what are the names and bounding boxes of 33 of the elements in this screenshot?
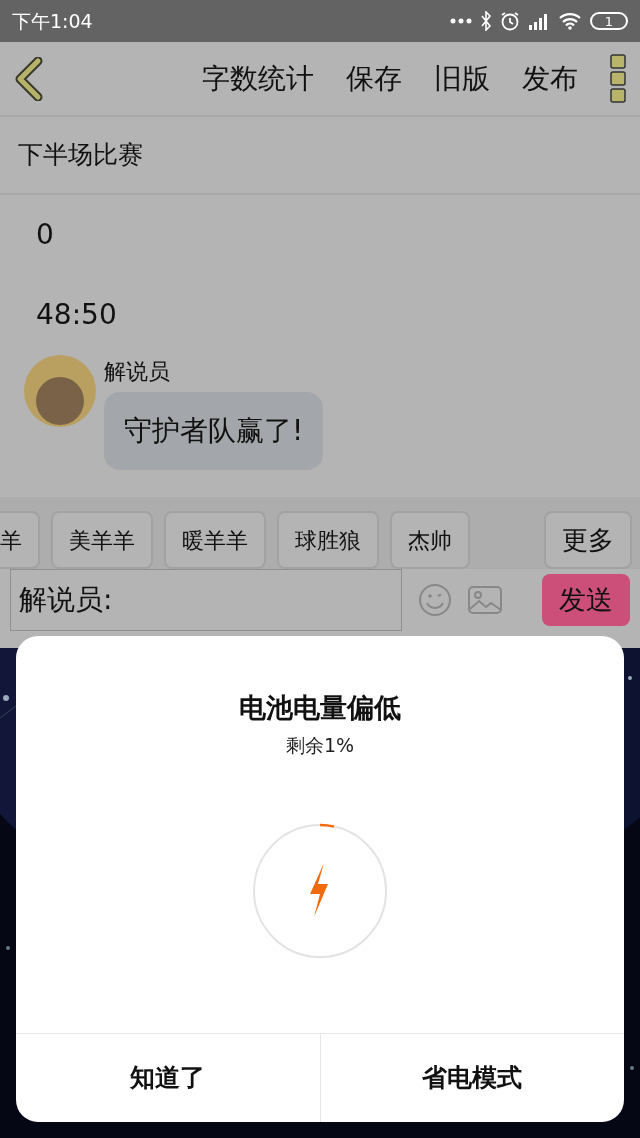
message-input[interactable]: 解说员: [10,569,402,631]
name-chip[interactable]: 美羊羊 [51,511,153,569]
gauge-arc [319,823,335,828]
alarm-icon [500,11,520,31]
content-line: 0 [36,217,54,253]
dialog-title: 电池电量偏低 [238,691,402,725]
battery-level: 1 [604,14,614,28]
lightning-icon [310,863,328,917]
message-bubble: 守护者队赢了! [104,392,324,470]
back-icon[interactable] [14,56,44,101]
name-chip[interactable]: 球胜狼 [277,511,379,569]
toolbar-action[interactable]: 旧版 [426,57,498,100]
name-chip[interactable]: 暖羊羊 [164,511,266,569]
toolbar-action[interactable]: 发布 [514,57,586,100]
signal-icon [528,11,550,31]
dialog-button[interactable]: 知道了 [16,1034,320,1122]
page-title: 下半场比赛 [18,139,143,172]
more-button[interactable]: 更多 [544,511,632,569]
avatar [24,355,96,427]
message-author: 解说员 [104,358,171,386]
toolbar-action[interactable]: 字数统计 [194,57,322,100]
dialog-button[interactable]: 省电模式 [319,1034,624,1122]
name-chip[interactable]: 羊 [0,511,40,569]
dialog-subtitle: 剩余1% [284,732,356,758]
toolbar-action[interactable]: 保存 [338,57,410,100]
bluetooth-icon [480,11,492,31]
more-icon [450,18,472,24]
send-button[interactable]: 发送 [542,573,630,627]
wifi-icon [558,12,582,30]
name-chip[interactable]: 杰帅 [390,511,470,569]
content-line: 48:50 [36,297,117,333]
menu-icon[interactable] [610,53,626,104]
status-time: 下午1:04 [12,8,93,34]
